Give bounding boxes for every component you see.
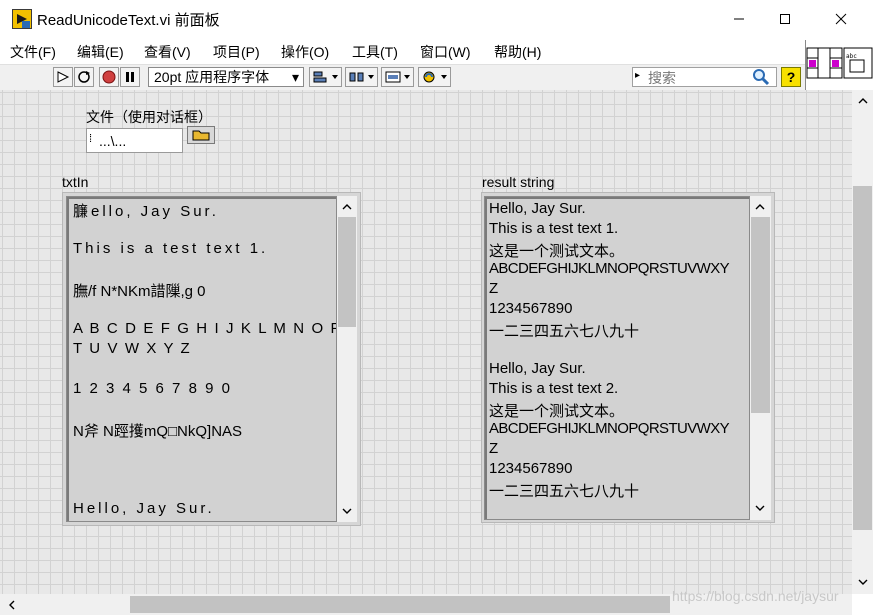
result-string-indicator[interactable]: Hello, Jay Sur. This is a test text 1. 这… (484, 196, 750, 520)
folder-icon[interactable] (187, 126, 215, 144)
result-line: Z (489, 280, 499, 297)
search-dropdown-icon: ▸ (635, 70, 641, 81)
font-selector[interactable]: 20pt 应用程序字体 ▾ (148, 67, 304, 87)
chevron-up-icon[interactable] (855, 93, 871, 109)
distribute-objects-button[interactable] (345, 67, 378, 87)
chevron-down-icon[interactable] (339, 503, 355, 519)
connector-pane-icon[interactable]: abc (805, 40, 873, 90)
menu-file[interactable]: 文件(F) (10, 42, 56, 62)
menu-operate[interactable]: 操作(O) (281, 42, 329, 62)
watermark-text: https://blog.csdn.net/jaysur (672, 588, 839, 604)
result-line: 这是一个测试文本。 (489, 403, 625, 420)
chevron-down-icon: ▾ (291, 69, 299, 85)
menu-window[interactable]: 窗口(W) (420, 42, 471, 62)
chevron-down-icon[interactable] (752, 500, 768, 516)
file-path-label: 文件（使用对话框） (86, 109, 212, 125)
txtin-line: T U V W X Y Z (73, 340, 192, 357)
menu-view[interactable]: 查看(V) (144, 42, 191, 62)
result-line: ABCDEFGHIJKLMNOPQRSTUVWXY (489, 260, 730, 277)
chevron-up-icon[interactable] (752, 199, 768, 215)
run-continuously-icon[interactable] (74, 67, 94, 87)
result-line: 1234567890 (489, 460, 573, 477)
result-line: 一二三四五六七八九十 (489, 323, 640, 340)
result-line: 一二三四五六七八九十 (489, 483, 640, 500)
result-line: 1234567890 (489, 300, 573, 317)
result-line: Hello, Jay Sur. (489, 200, 586, 217)
result-line: ABCDEFGHIJKLMNOPQRSTUVWXY (489, 420, 730, 437)
result-line: Hello, Jay Sur. (489, 360, 586, 377)
chevron-down-icon[interactable] (855, 574, 871, 590)
txtin-line: This is a test text 1. (73, 240, 269, 257)
minimize-icon[interactable] (716, 0, 762, 37)
abort-icon[interactable] (99, 67, 119, 87)
txtin-line: 1 2 3 4 5 6 7 8 9 0 (73, 380, 232, 397)
result-line: This is a test text 1. (489, 220, 619, 237)
maximize-icon[interactable] (762, 0, 808, 37)
search-icon[interactable] (752, 68, 770, 91)
resize-objects-button[interactable] (381, 67, 414, 87)
menu-help[interactable]: 帮助(H) (494, 42, 541, 62)
chevron-up-icon[interactable] (339, 199, 355, 215)
result-line: Z (489, 440, 499, 457)
menu-project[interactable]: 项目(P) (213, 42, 260, 62)
file-path-control[interactable]: ⁞ ...\... (86, 128, 183, 153)
result-line: 这是一个测试文本。 (489, 243, 625, 260)
help-icon[interactable]: ? (781, 67, 801, 87)
txtin-scroll-thumb[interactable] (338, 217, 356, 327)
font-selector-value: 20pt 应用程序字体 (154, 69, 270, 85)
menu-tools[interactable]: 工具(T) (352, 42, 398, 62)
result-string-label: result string (482, 174, 555, 190)
window-vscroll-thumb[interactable] (853, 186, 872, 530)
pause-icon[interactable] (120, 67, 140, 87)
labview-vi-icon (12, 9, 32, 29)
align-objects-button[interactable] (309, 67, 342, 87)
menu-edit[interactable]: 编辑(E) (77, 42, 124, 62)
window-title: ReadUnicodeText.vi 前面板 (37, 12, 220, 29)
reorder-objects-button[interactable] (418, 67, 451, 87)
search-placeholder: 搜索 (648, 70, 676, 86)
result-scroll-thumb[interactable] (751, 217, 770, 413)
path-type-icon: ⁞ (89, 133, 93, 145)
chevron-left-icon[interactable] (4, 597, 20, 613)
txtin-line: A B C D E F G H I J K L M N O P Q R S (73, 320, 336, 337)
txtin-line: Hello, Jay Sur. (73, 500, 215, 517)
txtin-line: N斧 N踁擭mQ□NkQ]NAS (73, 423, 243, 440)
file-path-value: ...\... (99, 133, 127, 149)
txtin-line: 膴/f N*NKm諎隟,g 0 (73, 283, 206, 300)
close-icon[interactable] (818, 0, 864, 37)
run-arrow-icon[interactable] (53, 67, 73, 87)
result-line: This is a test text 2. (489, 380, 619, 397)
txtin-string-indicator[interactable]: 臁ello, Jay Sur. This is a test text 1. 膴… (66, 196, 337, 522)
svg-text:abc: abc (846, 53, 857, 60)
txtin-label: txtIn (62, 174, 89, 190)
window-hscroll-thumb[interactable] (130, 596, 670, 613)
txtin-line: 臁ello, Jay Sur. (73, 203, 219, 220)
